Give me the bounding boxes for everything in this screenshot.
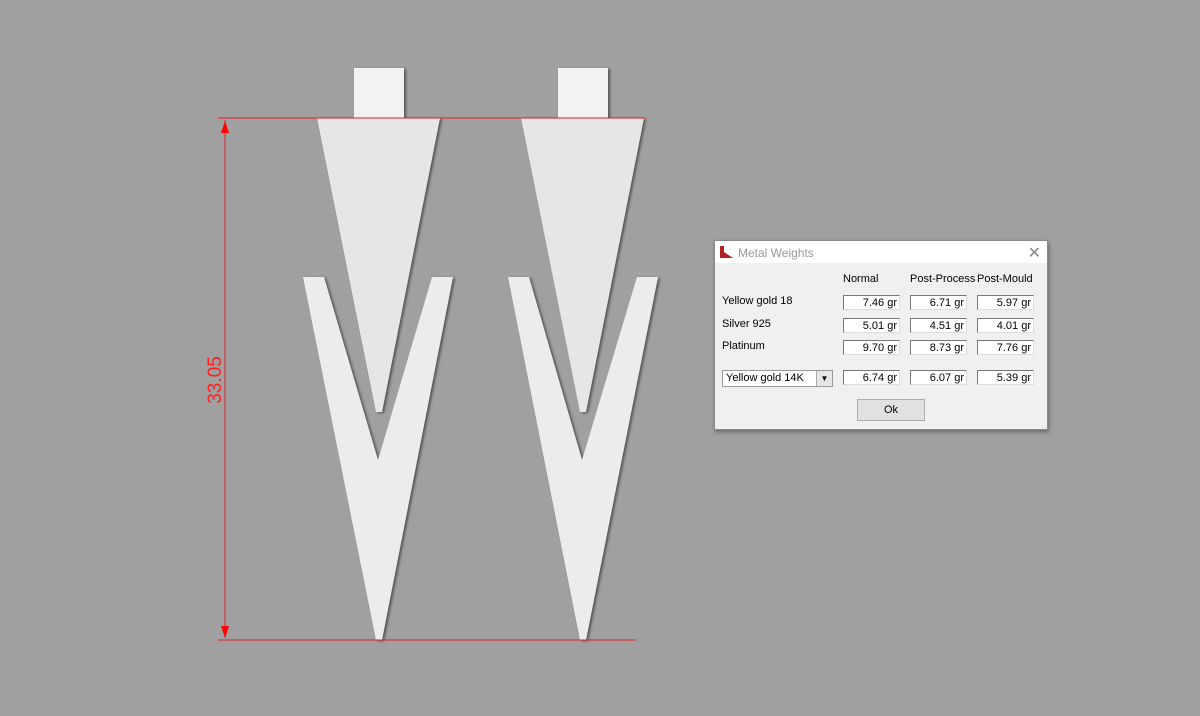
- earring-left: [303, 68, 453, 640]
- weight-field[interactable]: 4.51 gr: [910, 318, 967, 333]
- close-icon[interactable]: ✕: [1028, 243, 1041, 263]
- weight-field[interactable]: 6.71 gr: [910, 295, 967, 310]
- column-post-process: Post-Process: [910, 273, 976, 285]
- weight-field[interactable]: 7.76 gr: [977, 340, 1034, 355]
- earring-right: [508, 68, 658, 640]
- row-label: Yellow gold 18: [722, 295, 793, 307]
- arrow-down-icon: [221, 626, 229, 638]
- weight-field[interactable]: 5.39 gr: [977, 370, 1034, 385]
- app-icon: [720, 246, 733, 258]
- arrow-up-icon: [221, 121, 229, 133]
- row-label: Platinum: [722, 340, 765, 352]
- weight-field[interactable]: 5.01 gr: [843, 318, 900, 333]
- ok-button[interactable]: Ok: [857, 399, 925, 421]
- weight-field[interactable]: 4.01 gr: [977, 318, 1034, 333]
- column-post-mould: Post-Mould: [977, 273, 1033, 285]
- weight-field[interactable]: 6.74 gr: [843, 370, 900, 385]
- metal-select[interactable]: Yellow gold 14K ▼: [722, 370, 833, 387]
- weight-field[interactable]: 5.97 gr: [977, 295, 1034, 310]
- weight-field[interactable]: 8.73 gr: [910, 340, 967, 355]
- chevron-down-icon[interactable]: ▼: [816, 371, 832, 386]
- dialog-title: Metal Weights: [738, 246, 814, 260]
- dialog-titlebar[interactable]: Metal Weights ✕: [715, 241, 1047, 263]
- weight-field[interactable]: 7.46 gr: [843, 295, 900, 310]
- weight-field[interactable]: 6.07 gr: [910, 370, 967, 385]
- row-label: Silver 925: [722, 318, 771, 330]
- metal-weights-dialog: Metal Weights ✕ Normal Post-Process Post…: [714, 240, 1048, 430]
- metal-select-value: Yellow gold 14K: [726, 372, 804, 384]
- column-normal: Normal: [843, 273, 879, 285]
- dimension-label: 33.05: [205, 356, 226, 404]
- weight-field[interactable]: 9.70 gr: [843, 340, 900, 355]
